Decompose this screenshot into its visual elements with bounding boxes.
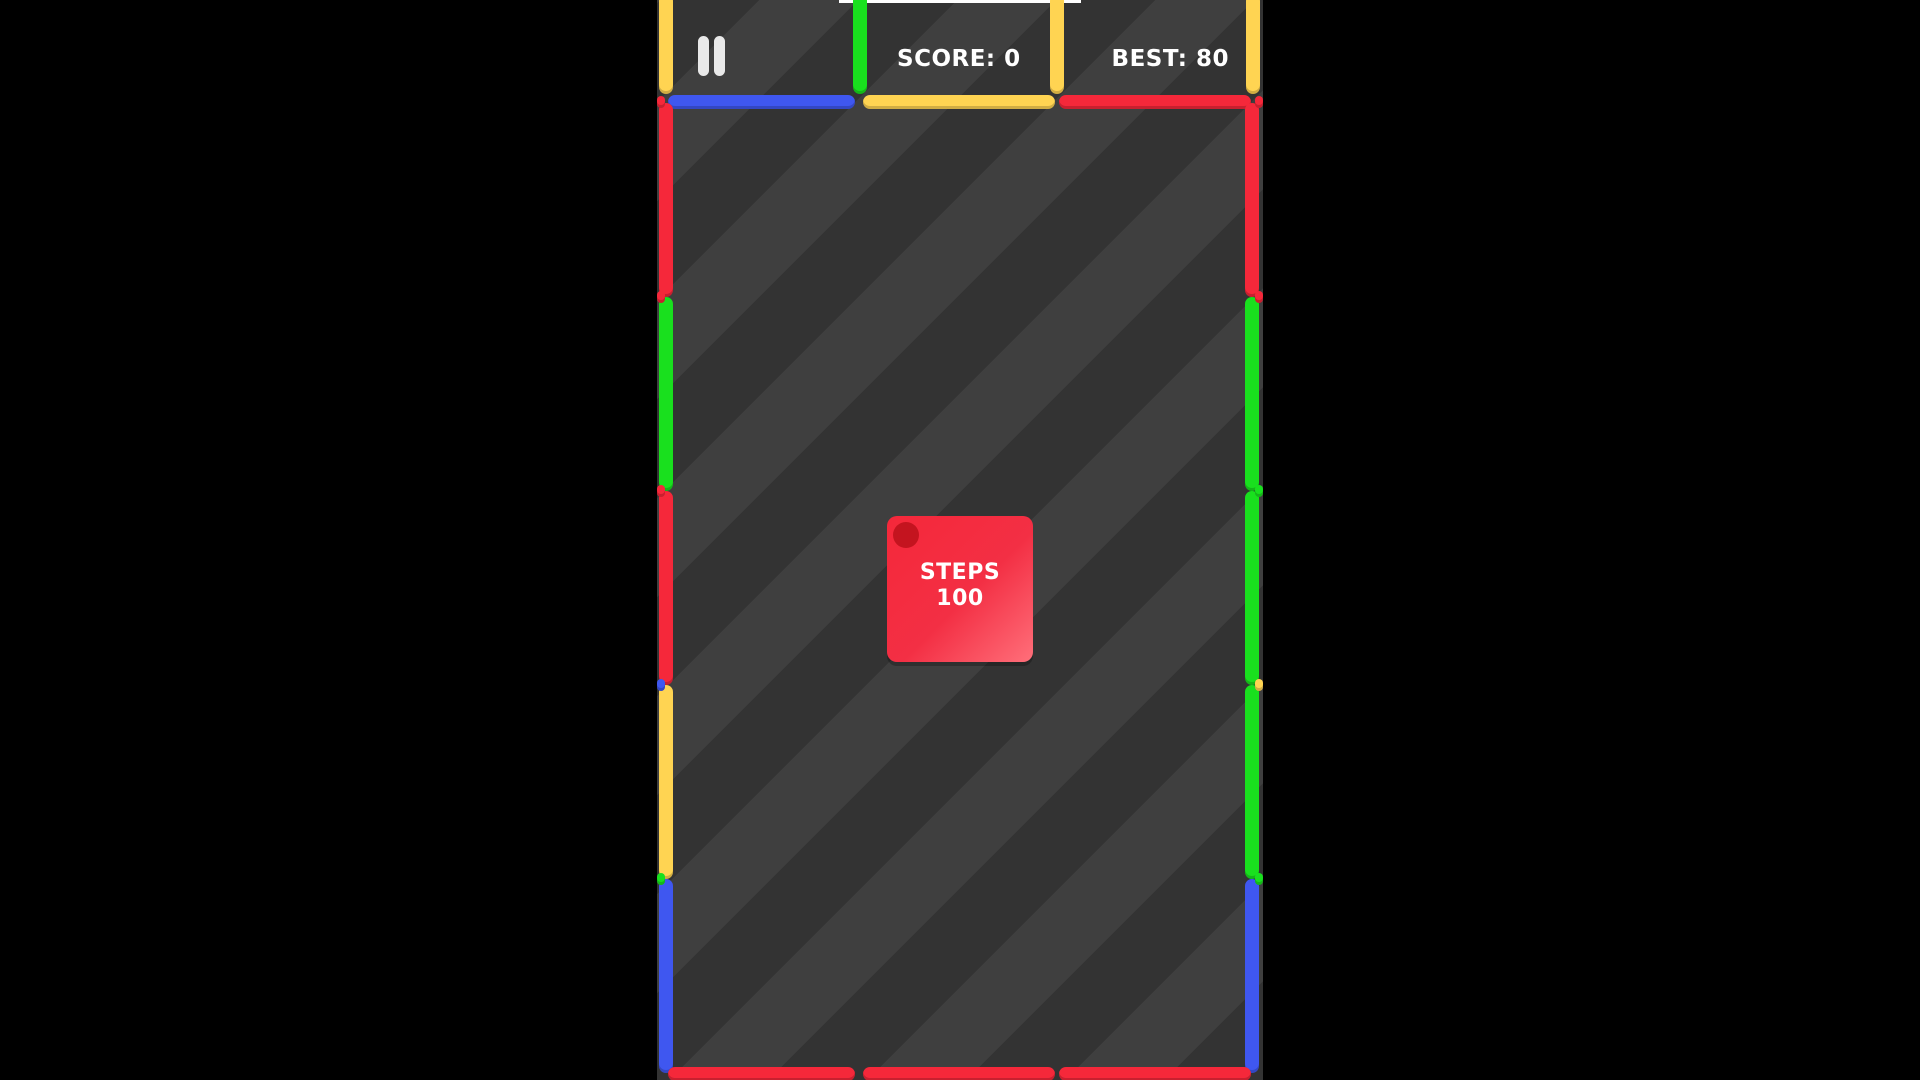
left-edge-blue xyxy=(659,879,673,1073)
joint-nub-green-l4 xyxy=(657,873,665,885)
joint-nub-blue-l3 xyxy=(657,679,665,691)
game-board[interactable]: SCORE: 0 BEST: 80 STEPS 100 xyxy=(657,0,1263,1080)
best-score-label: BEST: 80 xyxy=(1111,46,1229,72)
right-edge-green-1 xyxy=(1245,297,1259,491)
joint-nub-red-l2 xyxy=(657,485,665,497)
bottom-edge-red-1 xyxy=(668,1067,855,1080)
top-edge-yellow xyxy=(863,95,1055,109)
hud-border-right-yellow xyxy=(1246,0,1260,94)
joint-nub-yellow-r3 xyxy=(1255,679,1263,691)
right-edge-blue xyxy=(1245,879,1259,1073)
left-edge-yellow xyxy=(659,685,673,879)
steps-block[interactable]: STEPS 100 xyxy=(887,516,1033,662)
bottom-edge-red-3 xyxy=(1059,1067,1251,1080)
joint-nub-red-r1 xyxy=(1255,291,1263,303)
right-edge-green-3 xyxy=(1245,685,1259,879)
bottom-edge-red-2 xyxy=(863,1067,1055,1080)
hud-border-left-yellow xyxy=(659,0,673,94)
pause-button[interactable] xyxy=(694,36,730,78)
hud-border-green xyxy=(853,0,867,94)
joint-nub-red-tr xyxy=(1255,96,1263,108)
screen-background: SCORE: 0 BEST: 80 STEPS 100 xyxy=(0,0,1920,1080)
left-edge-green xyxy=(659,297,673,491)
top-edge-blue xyxy=(668,95,855,109)
left-edge-red-1 xyxy=(659,103,673,297)
right-edge-green-2 xyxy=(1245,491,1259,685)
steps-block-dot-icon xyxy=(893,522,919,548)
pause-icon xyxy=(694,36,730,78)
left-edge-red-2 xyxy=(659,491,673,685)
joint-nub-red-tl xyxy=(657,96,665,108)
joint-nub-red-l1 xyxy=(657,291,665,303)
top-progress-strip xyxy=(839,0,1081,3)
score-label: SCORE: 0 xyxy=(897,46,1021,72)
top-edge-red xyxy=(1059,95,1251,109)
joint-nub-green-r4 xyxy=(1255,873,1263,885)
steps-value: 100 xyxy=(936,586,984,611)
right-edge-red xyxy=(1245,103,1259,297)
steps-title: STEPS xyxy=(919,560,1001,585)
joint-nub-green-r2 xyxy=(1255,485,1263,497)
